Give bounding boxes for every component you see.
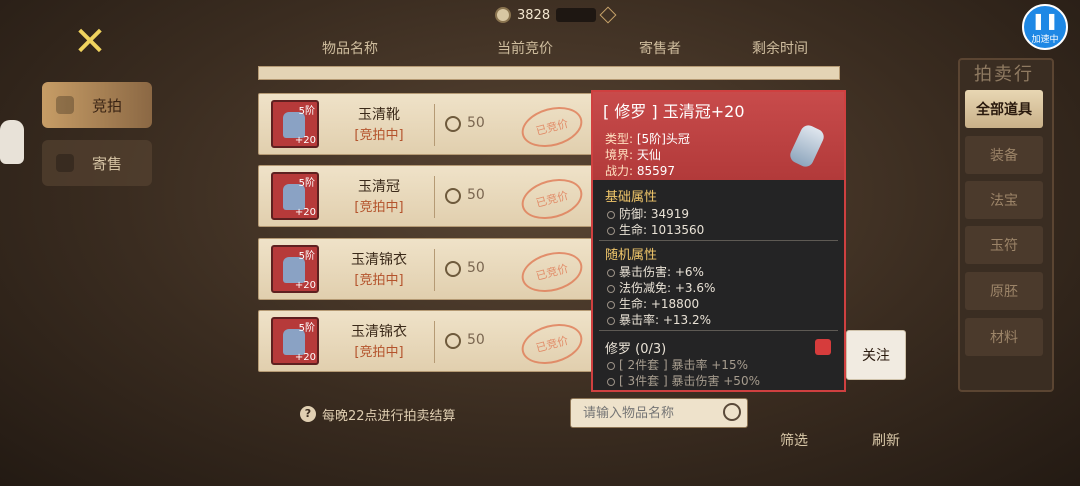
item-tooltip: [ 修罗 ] 玉清冠+20 类型: [5阶]头冠 境界: 天仙 战力: 8559… bbox=[591, 90, 846, 392]
speed-label: 加速中 bbox=[1031, 35, 1059, 45]
item-type: [5阶]头冠 bbox=[636, 132, 690, 146]
coin-icon bbox=[495, 7, 511, 23]
list-item[interactable]: 5阶 +20 玉清靴 [竞拍中] 50 已竞价 bbox=[258, 93, 598, 155]
filter-talisman[interactable]: 玉符 bbox=[965, 226, 1043, 264]
item-status: [竞拍中] bbox=[354, 128, 404, 143]
currency-amount: 3828 bbox=[517, 7, 551, 23]
list-item[interactable]: 5阶 +20 玉清冠 [竞拍中] 50 已竞价 bbox=[258, 165, 598, 227]
base-attr: 防御: 34919 bbox=[607, 205, 689, 222]
coin-icon bbox=[445, 261, 461, 277]
col-current-bid[interactable]: 当前竞价 bbox=[450, 34, 600, 62]
speed-up-badge[interactable]: ❚❚ 加速中 bbox=[1022, 4, 1068, 50]
tooltip-title: [ 修罗 ] 玉清冠+20 bbox=[603, 102, 745, 121]
item-icon: 5阶 +20 bbox=[271, 172, 319, 220]
add-currency-icon[interactable] bbox=[599, 6, 617, 24]
tab-consign-label: 寄售 bbox=[92, 154, 123, 173]
bid-value: 50 bbox=[467, 115, 485, 131]
cat-mascot-icon bbox=[0, 120, 24, 164]
helmet-icon bbox=[787, 122, 827, 170]
list-item-partial bbox=[258, 66, 840, 80]
item-name: 玉清锦衣 bbox=[351, 324, 407, 340]
item-icon: 5阶 +20 bbox=[271, 317, 319, 365]
tab-bid[interactable]: 竞拍 bbox=[42, 82, 152, 128]
item-power: 85597 bbox=[636, 164, 676, 178]
set-bonus: [ 2件套 ] 暴击率 +15% bbox=[607, 356, 748, 373]
bid-stamp: 已竞价 bbox=[517, 317, 587, 371]
random-attr-title: 随机属性 bbox=[605, 248, 658, 263]
random-attr: 暴击率: +13.2% bbox=[607, 311, 711, 328]
list-item[interactable]: 5阶 +20 玉清锦衣 [竞拍中] 50 已竞价 bbox=[258, 238, 598, 300]
filter-blank[interactable]: 原胚 bbox=[965, 272, 1043, 310]
bid-value: 50 bbox=[467, 260, 485, 276]
search-input[interactable] bbox=[581, 404, 715, 422]
consign-icon bbox=[56, 154, 74, 172]
item-status: [竞拍中] bbox=[354, 345, 404, 360]
item-name: 玉清冠 bbox=[358, 179, 400, 195]
currency-display: 3828 bbox=[495, 6, 617, 24]
col-remaining-time: 剩余时间 bbox=[752, 41, 808, 57]
refresh-button[interactable]: 刷新 bbox=[872, 430, 900, 450]
filter-equipment[interactable]: 装备 bbox=[965, 136, 1043, 174]
set-bonus: [ 3件套 ] 暴击伤害 +50% bbox=[607, 372, 760, 389]
filter-treasure[interactable]: 法宝 bbox=[965, 181, 1043, 219]
item-icon: 5阶 +20 bbox=[271, 245, 319, 293]
filter-all-items[interactable]: 全部道具 bbox=[965, 90, 1043, 128]
random-attr: 暴击伤害: +6% bbox=[607, 263, 704, 280]
bid-stamp: 已竞价 bbox=[517, 172, 587, 226]
pause-icon: ❚❚ bbox=[1031, 11, 1059, 30]
set-emblem-icon bbox=[815, 339, 831, 355]
gavel-icon bbox=[56, 96, 74, 114]
col-seller: 寄售者 bbox=[639, 41, 681, 57]
item-realm: 天仙 bbox=[636, 148, 661, 162]
coin-icon bbox=[445, 333, 461, 349]
coin-icon bbox=[445, 188, 461, 204]
random-attr: 生命: +18800 bbox=[607, 295, 699, 312]
tab-bid-label: 竞拍 bbox=[92, 96, 123, 115]
bid-stamp: 已竞价 bbox=[517, 245, 587, 299]
follow-button[interactable]: 关注 bbox=[846, 330, 906, 380]
base-attr: 生命: 1013560 bbox=[607, 221, 704, 238]
item-name: 玉清锦衣 bbox=[351, 252, 407, 268]
filter-materials[interactable]: 材料 bbox=[965, 318, 1043, 356]
bid-value: 50 bbox=[467, 332, 485, 348]
panel-title: 拍卖行 bbox=[974, 64, 1034, 85]
filter-button[interactable]: 筛选 bbox=[780, 430, 808, 450]
item-name: 玉清靴 bbox=[358, 107, 400, 123]
item-status: [竞拍中] bbox=[354, 273, 404, 288]
col-item-name: 物品名称 bbox=[322, 41, 378, 57]
settlement-notice: ? 每晚22点进行拍卖结算 bbox=[300, 402, 456, 426]
tab-consign[interactable]: 寄售 bbox=[42, 140, 152, 186]
search-icon[interactable] bbox=[723, 403, 741, 421]
help-icon[interactable]: ? bbox=[300, 406, 316, 422]
base-attr-title: 基础属性 bbox=[605, 190, 658, 205]
list-header: 物品名称 当前竞价 寄售者 剩余时间 bbox=[250, 34, 840, 62]
bid-stamp: 已竞价 bbox=[517, 100, 587, 154]
random-attr: 法伤减免: +3.6% bbox=[607, 279, 715, 296]
list-item[interactable]: 5阶 +20 玉清锦衣 [竞拍中] 50 已竞价 bbox=[258, 310, 598, 372]
close-icon[interactable]: ✕ bbox=[70, 22, 110, 62]
bid-value: 50 bbox=[467, 187, 485, 203]
coin-icon bbox=[445, 116, 461, 132]
notice-text: 每晚22点进行拍卖结算 bbox=[322, 408, 456, 424]
search-field[interactable] bbox=[570, 398, 748, 428]
item-status: [竞拍中] bbox=[354, 200, 404, 215]
item-icon: 5阶 +20 bbox=[271, 100, 319, 148]
set-title: 修罗 (0/3) bbox=[605, 342, 667, 357]
